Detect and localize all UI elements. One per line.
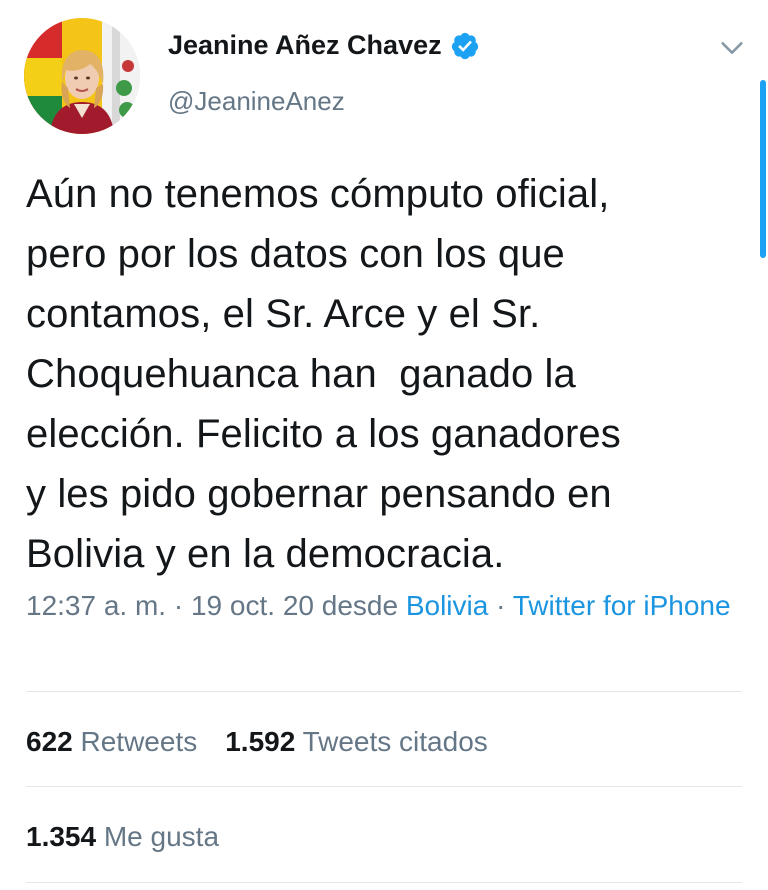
quotes-stat[interactable]: 1.592 Tweets citados: [225, 726, 488, 757]
meta-separator-2: ·: [488, 590, 513, 621]
tweet-date: 19 oct. 20: [190, 590, 314, 621]
tweet-source-link[interactable]: Twitter for iPhone: [513, 590, 731, 621]
profile-photo: [24, 18, 140, 134]
stats-row: 622 Retweets 1.592 Tweets citados: [26, 722, 488, 762]
author-display-name[interactable]: Jeanine Añez Chavez: [168, 30, 442, 61]
quotes-count: 1.592: [225, 726, 296, 757]
likes-label: Me gusta: [103, 821, 220, 852]
retweets-count: 622: [26, 726, 73, 757]
divider: [26, 786, 742, 787]
divider: [26, 691, 742, 692]
author-name-row[interactable]: Jeanine Añez Chavez: [168, 30, 480, 61]
tweet-time: 12:37 a. m.: [26, 590, 167, 621]
scrollbar[interactable]: [760, 80, 766, 258]
likes-row: 1.354 Me gusta: [26, 817, 219, 857]
verified-badge-icon: [451, 32, 478, 59]
avatar[interactable]: [24, 18, 140, 134]
retweets-stat[interactable]: 622 Retweets: [26, 726, 197, 757]
tweet-location-link[interactable]: Bolivia: [406, 590, 488, 621]
meta-separator: ·: [166, 590, 191, 621]
divider: [26, 882, 742, 883]
tweet-meta: 12:37 a. m. · 19 oct. 20 desde Bolivia ·…: [26, 585, 741, 627]
retweets-label: Retweets: [80, 726, 198, 757]
meta-from-word: desde: [313, 590, 406, 621]
tweet-text: Aún no tenemos cómputo oficial, pero por…: [26, 172, 621, 576]
quotes-label: Tweets citados: [302, 726, 488, 757]
likes-stat[interactable]: 1.354 Me gusta: [26, 821, 219, 852]
author-handle[interactable]: @JeanineAnez: [168, 86, 345, 117]
chevron-down-icon[interactable]: [718, 34, 746, 62]
likes-count: 1.354: [26, 821, 97, 852]
